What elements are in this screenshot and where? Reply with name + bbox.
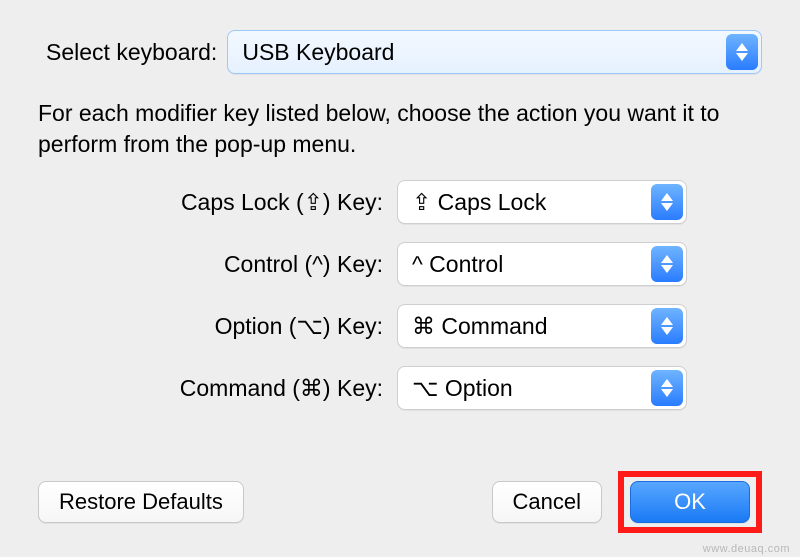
cancel-button[interactable]: Cancel <box>492 481 602 523</box>
command-popup[interactable]: ⌥ Option <box>397 366 687 410</box>
select-keyboard-popup[interactable]: USB Keyboard <box>227 30 762 74</box>
control-popup[interactable]: ^ Control <box>397 242 687 286</box>
restore-defaults-button[interactable]: Restore Defaults <box>38 481 244 523</box>
control-value: ^ Control <box>412 251 503 278</box>
watermark-text: www.deuaq.com <box>703 543 790 555</box>
option-label: Option (⌥) Key: <box>215 313 383 340</box>
updown-arrows-icon <box>651 370 683 406</box>
button-bar: Restore Defaults Cancel OK <box>38 471 762 533</box>
option-value: ⌘ Command <box>412 313 547 340</box>
instructions-text: For each modifier key listed below, choo… <box>38 98 762 160</box>
command-label: Command (⌘) Key: <box>180 375 383 402</box>
keyboard-selector-row: Select keyboard: USB Keyboard <box>46 30 762 74</box>
option-popup[interactable]: ⌘ Command <box>397 304 687 348</box>
ok-highlight-box: OK <box>618 471 762 533</box>
modifier-keys-sheet: Select keyboard: USB Keyboard For each m… <box>10 0 790 557</box>
select-keyboard-label: Select keyboard: <box>46 39 217 66</box>
command-value: ⌥ Option <box>412 375 513 402</box>
updown-arrows-icon <box>651 184 683 220</box>
ok-button[interactable]: OK <box>630 481 750 523</box>
updown-arrows-icon <box>726 34 758 70</box>
control-label: Control (^) Key: <box>224 251 383 278</box>
updown-arrows-icon <box>651 246 683 282</box>
updown-arrows-icon <box>651 308 683 344</box>
caps-lock-popup[interactable]: ⇪ Caps Lock <box>397 180 687 224</box>
caps-lock-label: Caps Lock (⇪) Key: <box>181 189 383 216</box>
select-keyboard-value: USB Keyboard <box>242 39 394 66</box>
modifier-mappings: Caps Lock (⇪) Key: ⇪ Caps Lock Control (… <box>38 180 762 410</box>
caps-lock-value: ⇪ Caps Lock <box>412 189 546 216</box>
